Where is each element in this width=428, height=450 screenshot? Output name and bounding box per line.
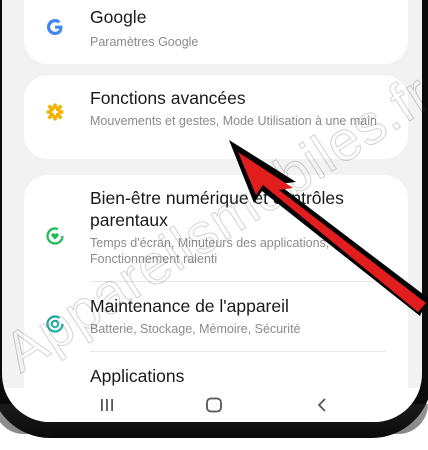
back-icon[interactable] <box>307 392 337 418</box>
navigation-bar <box>2 388 422 422</box>
settings-item-digital-wellbeing[interactable]: Bien-être numérique et contrôles parenta… <box>24 187 408 275</box>
settings-screen: Google Paramètres Google Fonctions avanc… <box>2 0 422 422</box>
settings-item-title: Maintenance de l'appareil <box>90 296 289 316</box>
device-care-icon <box>44 313 66 335</box>
settings-item-title: Google <box>90 7 147 27</box>
divider <box>90 351 386 352</box>
settings-item-device-care[interactable]: Maintenance de l'appareil Batterie, Stoc… <box>24 295 408 355</box>
settings-item-google[interactable]: Google Paramètres Google <box>24 4 408 60</box>
settings-item-title: Fonctions avancées <box>90 88 246 108</box>
settings-item-subtitle: Temps d'écran, Minuteurs des application… <box>90 236 330 266</box>
home-icon[interactable] <box>199 392 229 418</box>
settings-item-subtitle: Paramètres Google <box>90 35 199 49</box>
recents-icon[interactable] <box>92 392 122 418</box>
screenshot: Google Paramètres Google Fonctions avanc… <box>0 0 428 450</box>
card-advanced-features: Fonctions avancées Mouvements et gestes,… <box>24 75 408 159</box>
wellbeing-icon <box>44 225 66 247</box>
settings-item-subtitle: Batterie, Stockage, Mémoire, Sécurité <box>90 322 301 336</box>
settings-item-subtitle: Mouvements et gestes, Mode Utilisation à… <box>90 114 377 128</box>
gear-plus-icon <box>44 101 66 123</box>
divider <box>90 281 386 282</box>
settings-item-title: Bien-être numérique et contrôles parenta… <box>90 188 344 230</box>
card-google: Google Paramètres Google <box>24 0 408 64</box>
card-device-settings: Bien-être numérique et contrôles parenta… <box>24 175 408 415</box>
google-icon <box>44 16 66 38</box>
settings-item-advanced-features[interactable]: Fonctions avancées Mouvements et gestes,… <box>24 88 408 149</box>
settings-item-title: Applications <box>90 366 185 386</box>
